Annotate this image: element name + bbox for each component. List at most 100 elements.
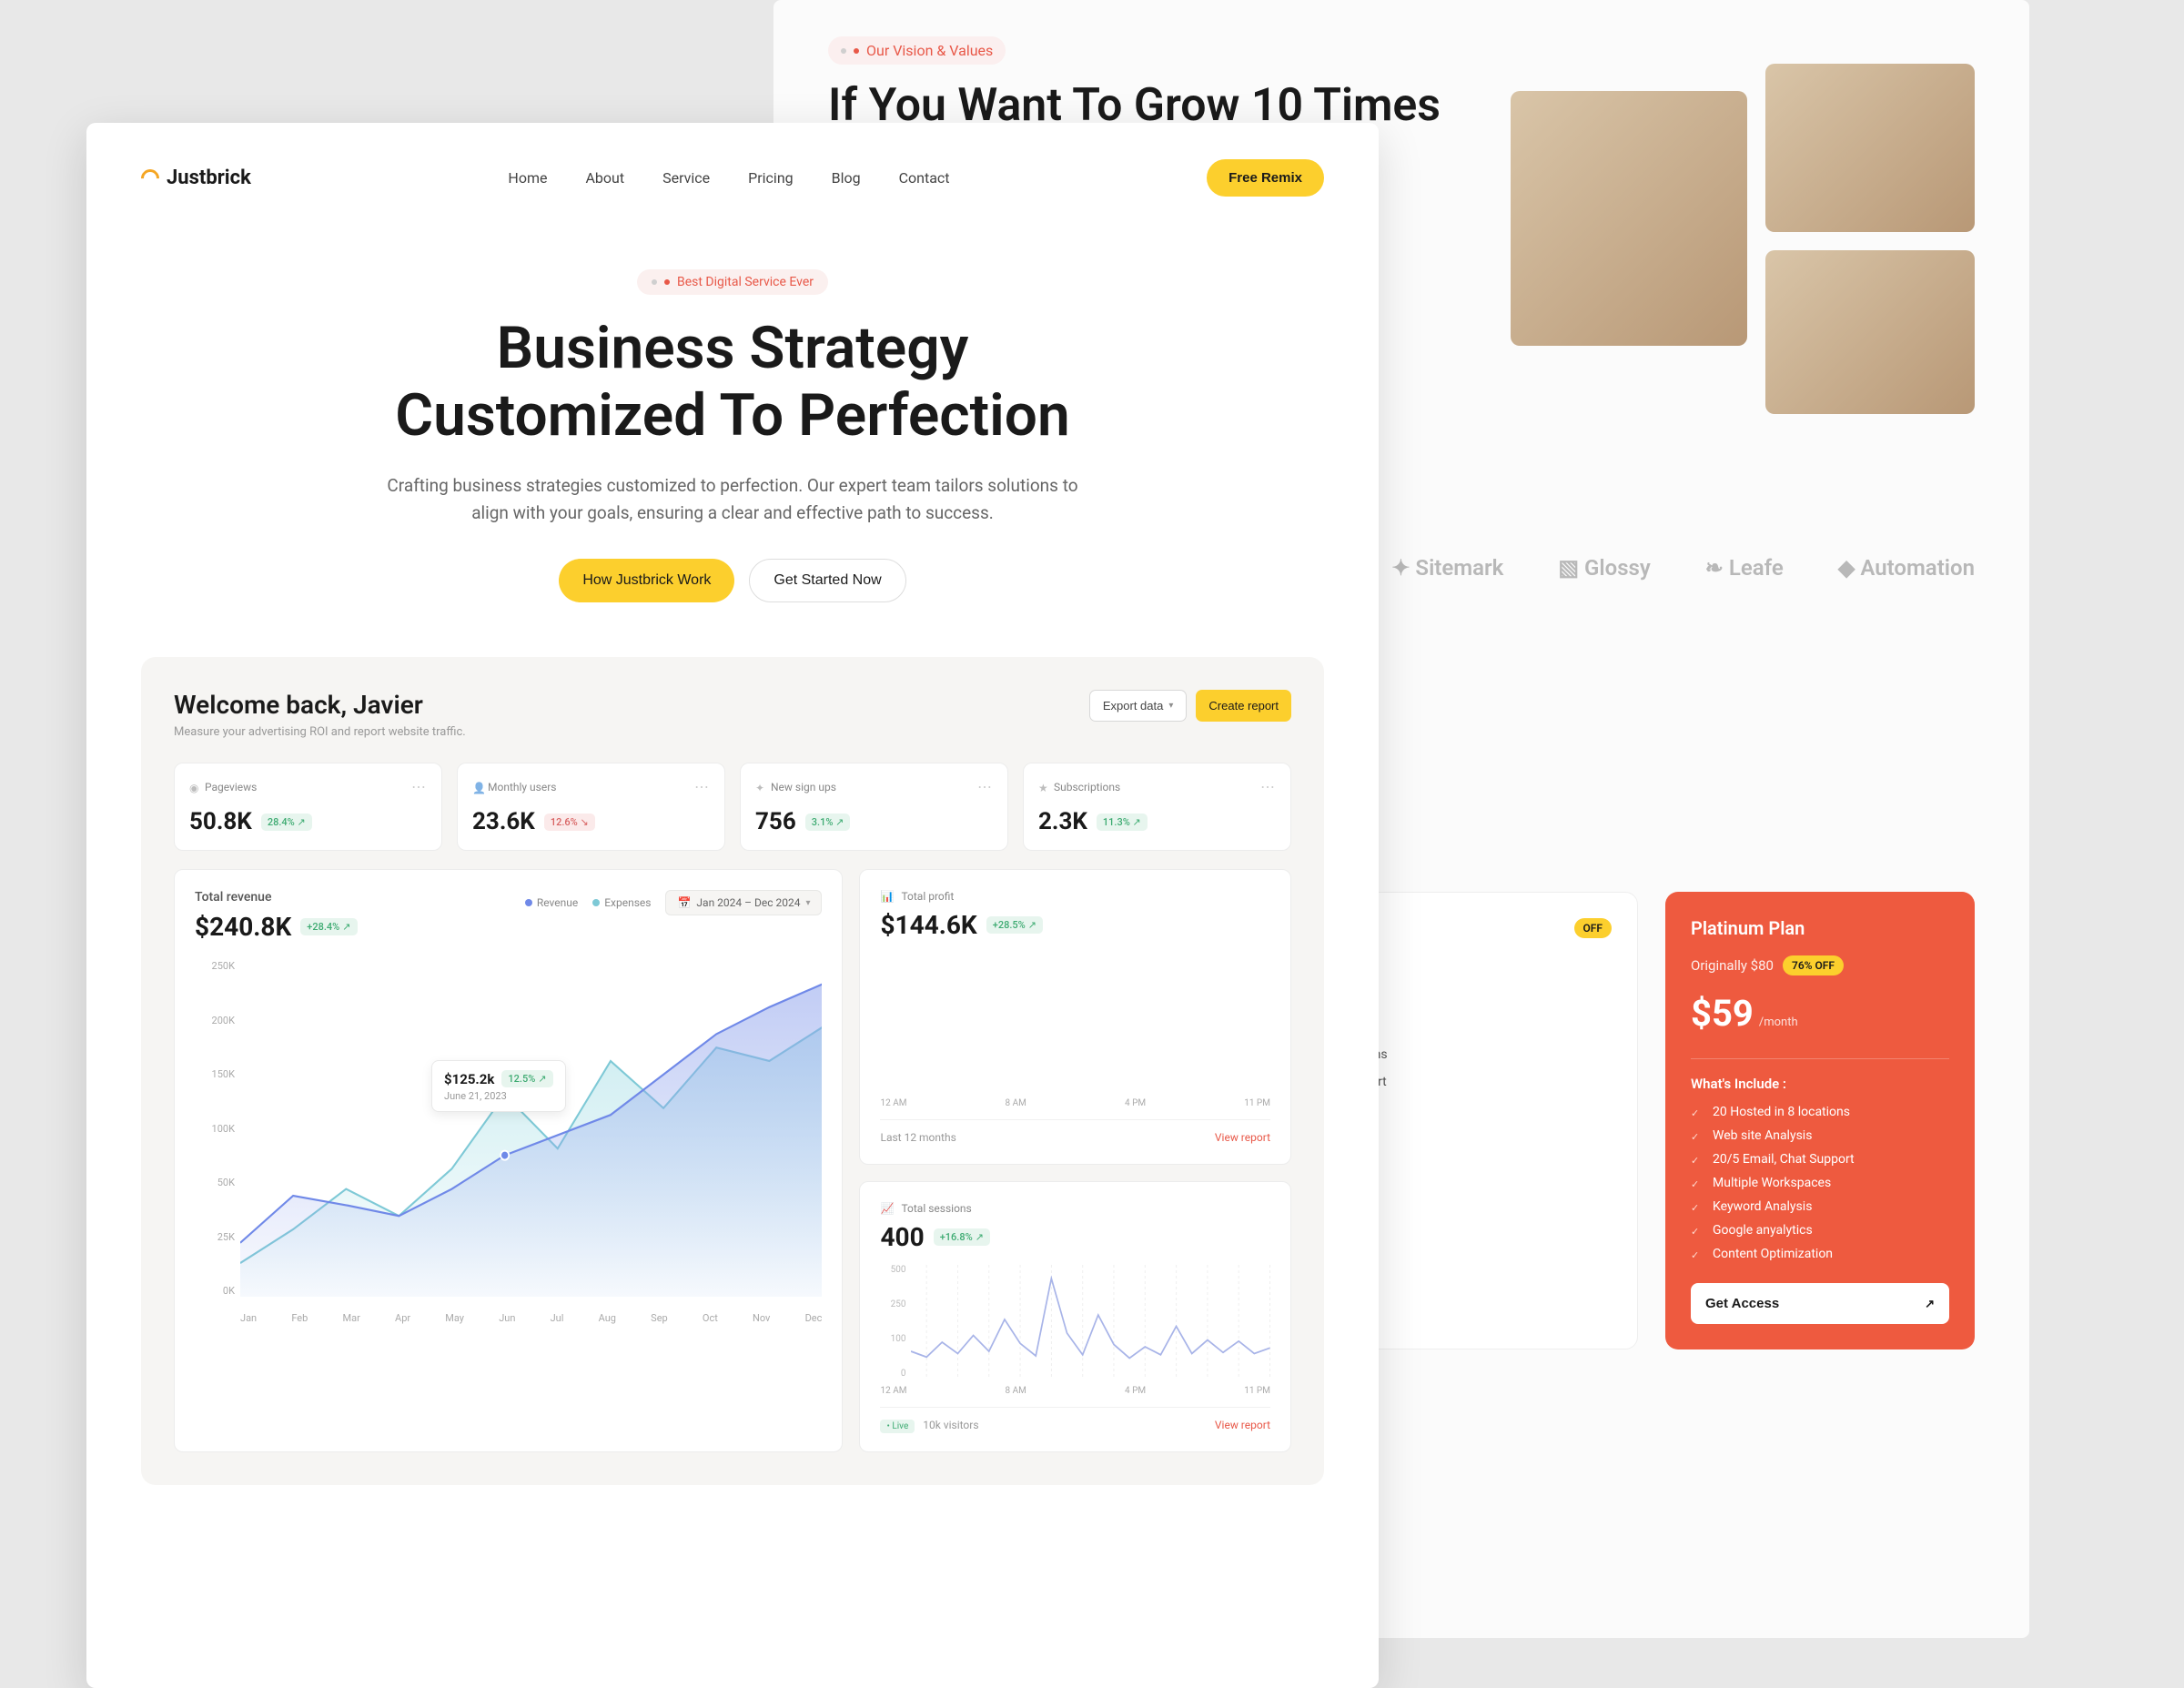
plan-feature: s [1355, 1102, 1612, 1117]
more-icon[interactable]: ⋯ [694, 778, 710, 795]
photo-image [1765, 64, 1975, 232]
view-report-link[interactable]: View report [1215, 1131, 1270, 1144]
chart-title: Total profit [901, 890, 954, 903]
stat-label: ✦New sign ups [755, 781, 836, 793]
stat-value: 2.3K [1038, 808, 1087, 835]
chart-footer-text: Last 12 months [880, 1131, 956, 1144]
nav-link[interactable]: Pricing [748, 169, 794, 187]
get-access-button[interactable]: Get Access↗ [1691, 1283, 1949, 1324]
dashboard-subtitle: Measure your advertising ROI and report … [174, 725, 466, 739]
profit-bar-chart [880, 955, 1270, 1091]
plan-feature: Google anyalytics [1691, 1223, 1949, 1238]
check-icon [1691, 1129, 1704, 1142]
check-icon [1691, 1200, 1704, 1213]
logo-icon [141, 169, 159, 187]
plan-cards: OFF ions port s Platinum Plan Originally… [1329, 892, 1975, 1349]
plan-card-platinum[interactable]: Platinum Plan Originally $80 76% OFF $59… [1665, 892, 1975, 1349]
nav-link[interactable]: Service [662, 169, 710, 187]
plan-feature: port [1355, 1075, 1612, 1089]
view-report-link[interactable]: View report [1215, 1419, 1270, 1431]
nav-link[interactable]: Home [508, 169, 547, 187]
chart-value: $240.8K [195, 912, 291, 942]
delta-badge: 11.3% ↗ [1097, 814, 1148, 831]
plan-feature-list: ions port s [1355, 938, 1612, 1117]
calendar-icon: 📅 [677, 896, 691, 909]
delta-badge: +28.4% ↗ [300, 918, 357, 935]
nav-link[interactable]: Contact [899, 169, 950, 187]
logo[interactable]: Justbrick [141, 167, 251, 189]
stat-icon: ✦ [755, 782, 765, 792]
export-data-button[interactable]: Export data▾ [1089, 690, 1188, 722]
chevron-down-icon: ▾ [1168, 701, 1173, 711]
discount-badge: 76% OFF [1783, 955, 1844, 975]
sessions-chart-card: 📈 Total sessions 400 +16.8% ↗ 5002501000… [859, 1181, 1291, 1452]
arrow-icon: ↗ [1925, 1297, 1935, 1311]
check-icon [1691, 1106, 1704, 1118]
check-icon [1691, 1177, 1704, 1189]
stat-icon: ◉ [189, 782, 199, 792]
chart-title: Total revenue [195, 890, 358, 905]
nav-links: Home About Service Pricing Blog Contact [508, 169, 949, 187]
chevron-down-icon: ▾ [805, 898, 810, 908]
discount-badge: OFF [1574, 918, 1612, 938]
plan-feature: 20 Hosted in 8 locations [1691, 1105, 1949, 1119]
more-icon[interactable]: ⋯ [1260, 778, 1276, 795]
create-report-button[interactable]: Create report [1196, 690, 1291, 722]
chart-title: Total sessions [901, 1202, 971, 1215]
delta-badge: 12.5% ↗ [501, 1070, 552, 1087]
stat-value: 756 [755, 808, 796, 835]
live-badge: • Live [880, 1420, 915, 1433]
stat-label: 👤Monthly users [472, 781, 557, 793]
stat-value: 23.6K [472, 808, 535, 835]
stat-card: ◉Pageviews⋯50.8K28.4% ↗ [174, 763, 442, 851]
photo-grid [1511, 64, 1975, 414]
delta-badge: +16.8% ↗ [934, 1228, 990, 1246]
plan-feature: Web site Analysis [1691, 1128, 1949, 1143]
free-remix-button[interactable]: Free Remix [1207, 159, 1324, 197]
plan-feature: Content Optimization [1691, 1247, 1949, 1261]
includes-heading: What's Include : [1691, 1076, 1949, 1092]
hero-subtitle: Crafting business strategies customized … [378, 472, 1087, 526]
plan-price: $59 [1691, 992, 1754, 1035]
plan-feature: ions [1355, 1047, 1612, 1062]
partner-logo: ▧ Glossy [1558, 555, 1650, 581]
profit-chart-card: 📊 Total profit $144.6K +28.5% ↗ 12 AM8 A… [859, 869, 1291, 1165]
stat-card: ✦New sign ups ⋯ 756 3.1% ↗ [740, 763, 1008, 851]
more-icon[interactable]: ⋯ [411, 778, 427, 795]
plan-feature: Multiple Workspaces [1691, 1176, 1949, 1190]
stat-card: 👤Monthly users ⋯ 23.6K 12.6% ↘ [457, 763, 725, 851]
delta-badge: 3.1% ↗ [805, 814, 851, 831]
navbar: Justbrick Home About Service Pricing Blog Con… [141, 159, 1324, 197]
partner-logo: ◆ Automation [1838, 555, 1975, 581]
chart-footer-text: • Live 10k visitors [880, 1419, 978, 1431]
nav-link[interactable]: About [585, 169, 624, 187]
line-chart-icon: 📈 [880, 1202, 894, 1215]
partner-logo: ❧ Leafe [1705, 555, 1784, 581]
revenue-area-chart: 250K200K150K100K50K25K0K $125.2k 12.5% ↗… [195, 960, 822, 1324]
delta-badge: 12.6% ↘ [544, 814, 595, 831]
how-it-works-button[interactable]: How Justbrick Work [559, 559, 734, 602]
check-icon [1691, 1153, 1704, 1166]
stat-row: ◉Pageviews⋯50.8K28.4% ↗👤Monthly users⋯23… [174, 763, 1291, 851]
stat-card: ★Subscriptions⋯2.3K11.3% ↗ [1023, 763, 1291, 851]
plan-feature: 20/5 Email, Chat Support [1691, 1152, 1949, 1167]
nav-link[interactable]: Blog [832, 169, 861, 187]
stat-label: ◉Pageviews [189, 781, 257, 793]
bar-chart-icon: 📊 [880, 890, 894, 903]
dashboard-title: Welcome back, Javier [174, 690, 466, 720]
get-started-button[interactable]: Get Started Now [749, 559, 905, 602]
date-range-picker[interactable]: 📅 Jan 2024 – Dec 2024 ▾ [665, 890, 822, 915]
partner-logo: ✦ Sitemark [1391, 555, 1503, 581]
vision-tag: Our Vision & Values [828, 36, 1006, 65]
original-price: Originally $80 [1691, 957, 1774, 974]
front-page: Justbrick Home About Service Pricing Blog Con… [86, 123, 1379, 1688]
plan-title: Platinum Plan [1691, 917, 1949, 939]
plan-feature-list: 20 Hosted in 8 locations Web site Analysi… [1691, 1105, 1949, 1261]
sessions-line-chart: 5002501000 [880, 1265, 1270, 1379]
delta-badge: +28.5% ↗ [986, 916, 1043, 934]
plan-per: /month [1759, 1016, 1798, 1029]
plan-feature: Keyword Analysis [1691, 1199, 1949, 1214]
hero-heading: Business StrategyCustomized To Perfectio… [141, 315, 1324, 449]
delta-badge: 28.4% ↗ [261, 814, 312, 831]
more-icon[interactable]: ⋯ [977, 778, 993, 795]
